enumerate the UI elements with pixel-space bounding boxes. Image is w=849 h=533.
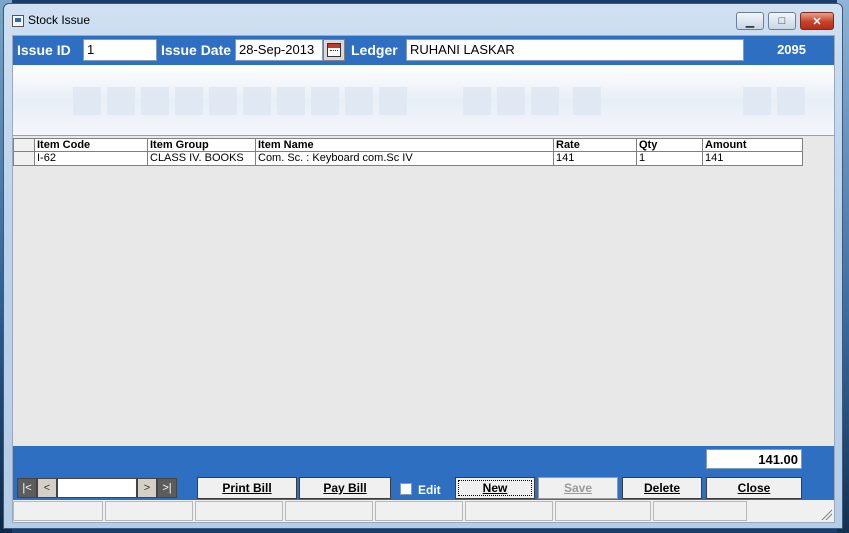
nav-last-button[interactable]: >| bbox=[157, 478, 177, 498]
cell-item-name[interactable]: Com. Sc. : Keyboard com.Sc IV bbox=[256, 152, 554, 166]
status-panel bbox=[465, 501, 553, 521]
calendar-icon bbox=[327, 43, 341, 57]
column-header-amount[interactable]: Amount bbox=[703, 138, 803, 152]
status-panel bbox=[105, 501, 193, 521]
new-button[interactable]: New bbox=[455, 477, 535, 499]
cell-amount[interactable]: 141 bbox=[703, 152, 803, 166]
print-bill-button[interactable]: Print Bill bbox=[197, 477, 297, 499]
cell-qty[interactable]: 1 bbox=[637, 152, 703, 166]
total-amount: 141.00 bbox=[706, 449, 802, 469]
client-area: Issue ID 1 Issue Date 28-Sep-2013 Ledger… bbox=[12, 35, 835, 523]
stock-issue-window: Stock Issue ▁ □ ✕ Issue ID 1 Issue Date … bbox=[3, 3, 843, 529]
close-icon: ✕ bbox=[812, 15, 822, 28]
column-header-rate[interactable]: Rate bbox=[554, 138, 637, 152]
header-bar: Issue ID 1 Issue Date 28-Sep-2013 Ledger… bbox=[13, 36, 834, 65]
column-header-item-name[interactable]: Item Name bbox=[256, 138, 554, 152]
column-header-item-group[interactable]: Item Group bbox=[148, 138, 256, 152]
status-panel bbox=[555, 501, 651, 521]
edit-label: Edit bbox=[418, 483, 441, 497]
status-panel bbox=[375, 501, 463, 521]
banner-decoration bbox=[13, 65, 834, 135]
resize-grip-icon[interactable] bbox=[820, 508, 832, 520]
record-number: 2095 bbox=[777, 42, 806, 57]
cell-item-code[interactable]: I-62 bbox=[35, 152, 148, 166]
nav-first-button[interactable]: |< bbox=[17, 478, 37, 498]
row-selector-header bbox=[13, 138, 35, 152]
close-button[interactable]: Close bbox=[706, 477, 802, 499]
maximize-icon: □ bbox=[778, 15, 786, 27]
status-panel bbox=[13, 501, 103, 521]
column-header-qty[interactable]: Qty bbox=[637, 138, 703, 152]
footer-bar: 141.00 |< < > >| Print Bill Pay Bill Edi… bbox=[13, 446, 834, 500]
record-navigator: |< < > >| bbox=[17, 478, 177, 498]
cell-item-group[interactable]: CLASS IV. BOOKS bbox=[148, 152, 256, 166]
column-header-item-code[interactable]: Item Code bbox=[35, 138, 148, 152]
delete-button[interactable]: Delete bbox=[622, 477, 702, 499]
app-icon bbox=[12, 15, 24, 27]
items-grid[interactable]: Item Code Item Group Item Name Rate Qty … bbox=[13, 135, 834, 446]
edit-checkbox[interactable] bbox=[400, 483, 412, 495]
nav-prev-button[interactable]: < bbox=[37, 478, 57, 498]
close-window-button[interactable]: ✕ bbox=[800, 12, 834, 30]
grid-header: Item Code Item Group Item Name Rate Qty … bbox=[13, 138, 803, 152]
nav-position-field[interactable] bbox=[57, 478, 137, 498]
status-bar bbox=[13, 500, 834, 522]
cell-rate[interactable]: 141 bbox=[554, 152, 637, 166]
minimize-icon: ▁ bbox=[745, 15, 755, 28]
status-panel bbox=[285, 501, 373, 521]
pay-bill-button[interactable]: Pay Bill bbox=[299, 477, 391, 499]
ledger-label: Ledger bbox=[351, 42, 398, 58]
status-panel bbox=[653, 501, 747, 521]
maximize-button[interactable]: □ bbox=[768, 12, 796, 30]
calendar-button[interactable] bbox=[323, 39, 345, 61]
save-button[interactable]: Save bbox=[538, 477, 618, 499]
row-selector[interactable] bbox=[13, 152, 35, 166]
issue-date-label: Issue Date bbox=[161, 42, 232, 58]
ledger-input[interactable]: RUHANI LASKAR bbox=[406, 39, 744, 61]
nav-next-button[interactable]: > bbox=[137, 478, 157, 498]
status-panel bbox=[195, 501, 283, 521]
window-title: Stock Issue bbox=[28, 13, 91, 27]
issue-id-label: Issue ID bbox=[17, 42, 71, 58]
issue-id-input[interactable]: 1 bbox=[83, 39, 157, 61]
minimize-button[interactable]: ▁ bbox=[736, 12, 764, 30]
table-row[interactable]: I-62 CLASS IV. BOOKS Com. Sc. : Keyboard… bbox=[13, 152, 803, 166]
issue-date-input[interactable]: 28-Sep-2013 bbox=[235, 39, 323, 61]
title-bar[interactable]: Stock Issue ▁ □ ✕ bbox=[4, 4, 842, 34]
